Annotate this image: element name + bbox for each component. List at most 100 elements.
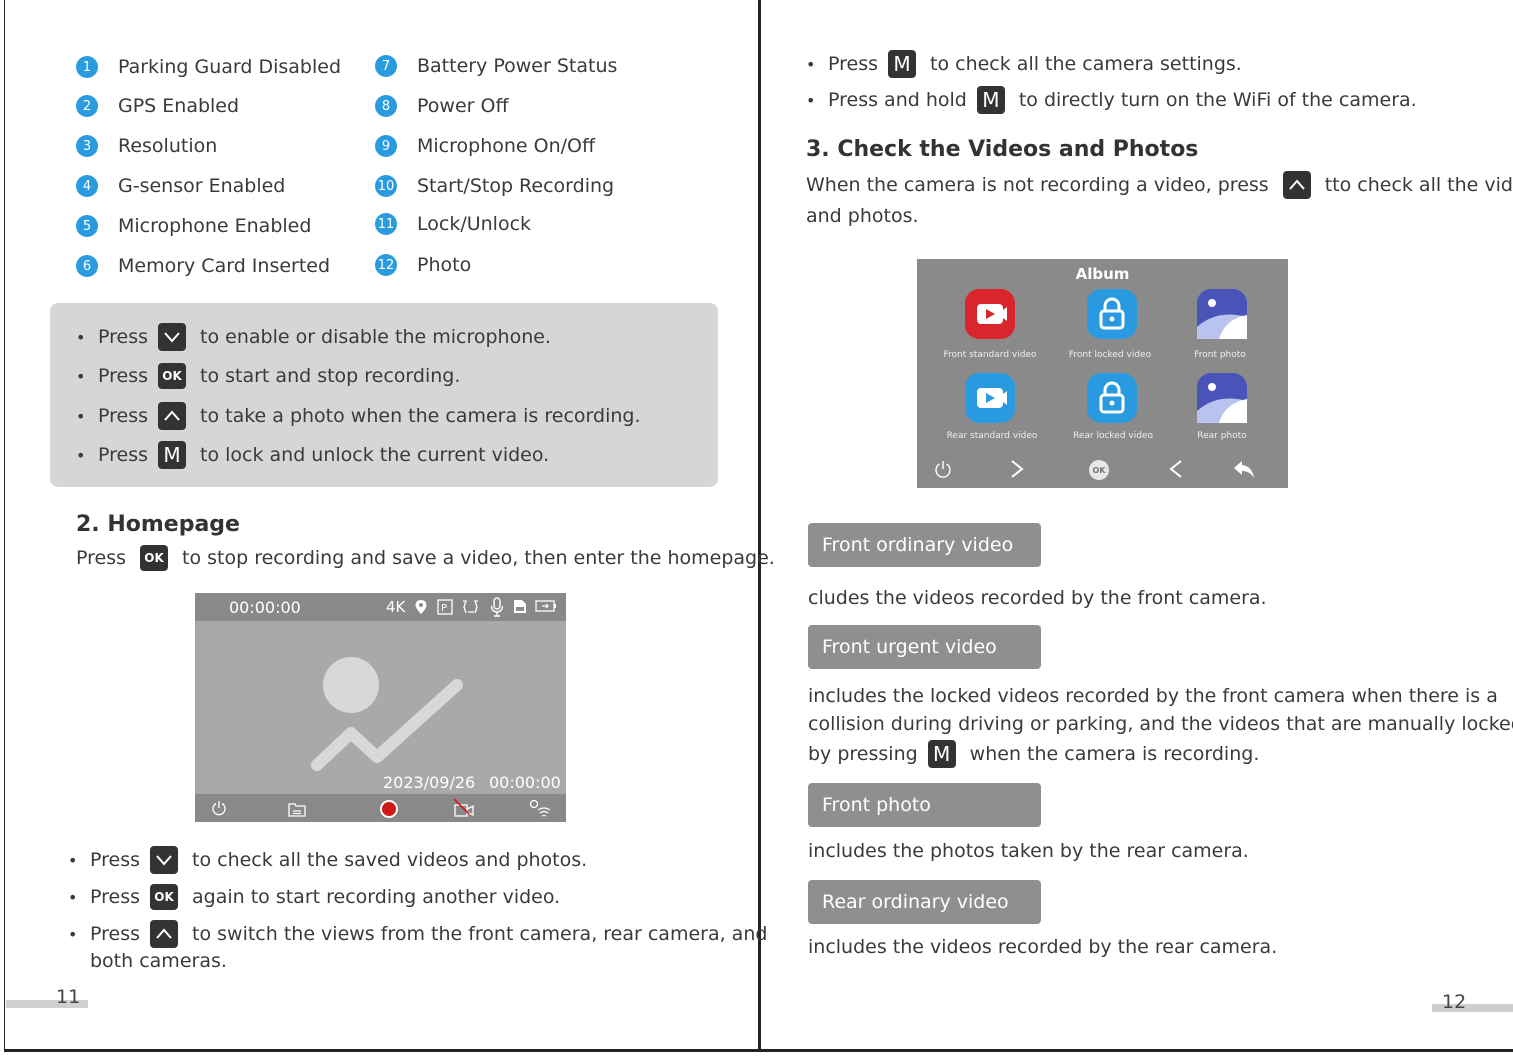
bullet-icon: • bbox=[806, 90, 816, 110]
videos-intro-text-a: When the camera is not recording a video… bbox=[806, 174, 1269, 196]
tip-text: to check all the saved videos and photos… bbox=[192, 849, 588, 871]
videos-intro-text-b: tto check all the videos bbox=[1324, 174, 1513, 196]
wifi-settings-icon[interactable] bbox=[528, 798, 552, 818]
frame-bottom-border bbox=[4, 1049, 1513, 1052]
album-item-label: Front standard video bbox=[943, 350, 1037, 360]
legend-text: Microphone Enabled bbox=[118, 215, 312, 237]
front-locked-video-tile[interactable] bbox=[1087, 289, 1137, 339]
legend-item: 2 GPS Enabled bbox=[76, 94, 239, 118]
photo-icon bbox=[1197, 383, 1247, 423]
legend-item: 10 Start/Stop Recording bbox=[375, 174, 614, 198]
tip-text: to lock and unlock the current video. bbox=[200, 444, 550, 466]
tip-press-label: Press bbox=[90, 923, 141, 945]
category-description: cludes the videos recorded by the front … bbox=[808, 587, 1267, 609]
ok-nav-button[interactable]: OK bbox=[1089, 460, 1109, 480]
legend-number-badge: 8 bbox=[375, 95, 397, 117]
legend-text: Power Off bbox=[417, 95, 509, 117]
category-tag: Front photo bbox=[808, 783, 1041, 827]
tip-text: to take a photo when the camera is recor… bbox=[200, 405, 641, 427]
legend-number-badge: 5 bbox=[76, 215, 98, 237]
chevron-right-icon[interactable] bbox=[1009, 459, 1025, 479]
microphone-icon bbox=[490, 597, 504, 617]
legend-number-badge: 7 bbox=[375, 55, 397, 77]
front-photo-tile[interactable] bbox=[1197, 289, 1247, 339]
svg-text:P: P bbox=[441, 603, 447, 614]
bullet-icon: • bbox=[76, 406, 86, 426]
bullet-icon: • bbox=[68, 924, 78, 944]
category-description-line: by pressing M when the camera is recordi… bbox=[808, 740, 1259, 768]
power-icon[interactable] bbox=[934, 460, 952, 478]
g-sensor-icon bbox=[463, 600, 478, 614]
tip-line: • Press M to lock and unlock the current… bbox=[76, 441, 549, 469]
category-description: collision during driving or parking, and… bbox=[808, 713, 1513, 735]
category-tag: Front ordinary video bbox=[808, 523, 1041, 567]
tip-text: to start and stop recording. bbox=[200, 365, 461, 387]
rear-standard-video-tile[interactable] bbox=[965, 373, 1015, 423]
rear-photo-tile[interactable] bbox=[1197, 373, 1247, 423]
legend-item: 1 Parking Guard Disabled bbox=[76, 55, 341, 79]
down-key-icon bbox=[150, 846, 179, 874]
tip-press-label: Press bbox=[98, 444, 149, 466]
legend-text: G-sensor Enabled bbox=[118, 175, 286, 197]
legend-number-badge: 1 bbox=[76, 56, 98, 78]
front-standard-video-tile[interactable] bbox=[965, 289, 1015, 339]
homepage-intro: Press OK to stop recording and save a vi… bbox=[76, 545, 775, 571]
legend-item: 4 G-sensor Enabled bbox=[76, 174, 285, 198]
up-key-icon bbox=[150, 920, 179, 948]
back-arrow-icon[interactable] bbox=[1233, 459, 1255, 479]
legend-item: 7 Battery Power Status bbox=[375, 54, 617, 78]
battery-icon bbox=[535, 600, 556, 612]
lock-video-icon[interactable] bbox=[453, 798, 475, 818]
legend-item: 6 Memory Card Inserted bbox=[76, 254, 330, 278]
tip-text: to directly turn on the WiFi of the came… bbox=[1018, 89, 1417, 111]
tip-line: • Press OK again to start recording anot… bbox=[68, 884, 560, 910]
chevron-left-icon[interactable] bbox=[1168, 459, 1184, 479]
intro-press-label: Press bbox=[76, 547, 127, 569]
homepage-screen: 00:00:00 4K P 2023/09/26 00:00:00 bbox=[195, 593, 566, 822]
rear-locked-video-tile[interactable] bbox=[1087, 373, 1137, 423]
category-tag: Rear ordinary video bbox=[808, 880, 1041, 924]
recording-date: 2023/09/26 bbox=[383, 773, 476, 792]
album-item-label: Front locked video bbox=[1068, 350, 1152, 360]
tip-line: • Press to check all the saved videos an… bbox=[68, 846, 587, 874]
up-key-icon bbox=[1282, 171, 1311, 199]
page-number-right: 12 bbox=[1442, 991, 1467, 1013]
category-description: includes the photos taken by the rear ca… bbox=[808, 840, 1249, 862]
legend-text: Photo bbox=[417, 254, 472, 276]
bullet-icon: • bbox=[806, 54, 816, 74]
album-item-label: Rear standard video bbox=[946, 431, 1038, 441]
page-number-left: 11 bbox=[56, 986, 81, 1008]
bullet-icon: • bbox=[76, 445, 86, 465]
bullet-icon: • bbox=[76, 366, 86, 386]
folder-icon[interactable] bbox=[288, 801, 306, 817]
ok-key-icon: OK bbox=[150, 884, 179, 910]
tip-text: to switch the views from the front camer… bbox=[192, 923, 768, 945]
recording-timestamp: 00:00:00 bbox=[489, 773, 561, 792]
category-description: includes the videos recorded by the rear… bbox=[808, 936, 1278, 958]
legend-item: 9 Microphone On/Off bbox=[375, 134, 595, 158]
videos-intro-line: When the camera is not recording a video… bbox=[806, 171, 1513, 199]
down-key-icon bbox=[158, 323, 187, 351]
resolution-badge: 4K bbox=[386, 598, 406, 616]
video-icon bbox=[977, 304, 1007, 324]
legend-number-badge: 12 bbox=[375, 254, 397, 276]
legend-text: Battery Power Status bbox=[417, 55, 618, 77]
video-icon bbox=[977, 388, 1007, 408]
tip-line: • Press to enable or disable the microph… bbox=[76, 323, 551, 351]
m-key-icon: M bbox=[976, 86, 1005, 114]
m-key-icon: M bbox=[927, 740, 956, 768]
bullet-icon: • bbox=[76, 327, 86, 347]
legend-text: Resolution bbox=[118, 135, 218, 157]
bullet-icon: • bbox=[68, 850, 78, 870]
record-button-icon[interactable] bbox=[379, 799, 399, 819]
legend-number-badge: 11 bbox=[375, 213, 397, 235]
tip-press-label: Press bbox=[98, 326, 149, 348]
power-icon[interactable] bbox=[211, 800, 227, 816]
lock-icon bbox=[1099, 381, 1125, 414]
album-screen: Album Front standard video Front locked … bbox=[917, 259, 1288, 488]
lock-icon bbox=[1099, 297, 1125, 330]
tip-continuation: both cameras. bbox=[90, 950, 227, 972]
tip-line: • Press M to check all the camera settin… bbox=[806, 50, 1242, 78]
legend-number-badge: 3 bbox=[76, 135, 98, 157]
category-description-a: by pressing bbox=[808, 743, 918, 765]
